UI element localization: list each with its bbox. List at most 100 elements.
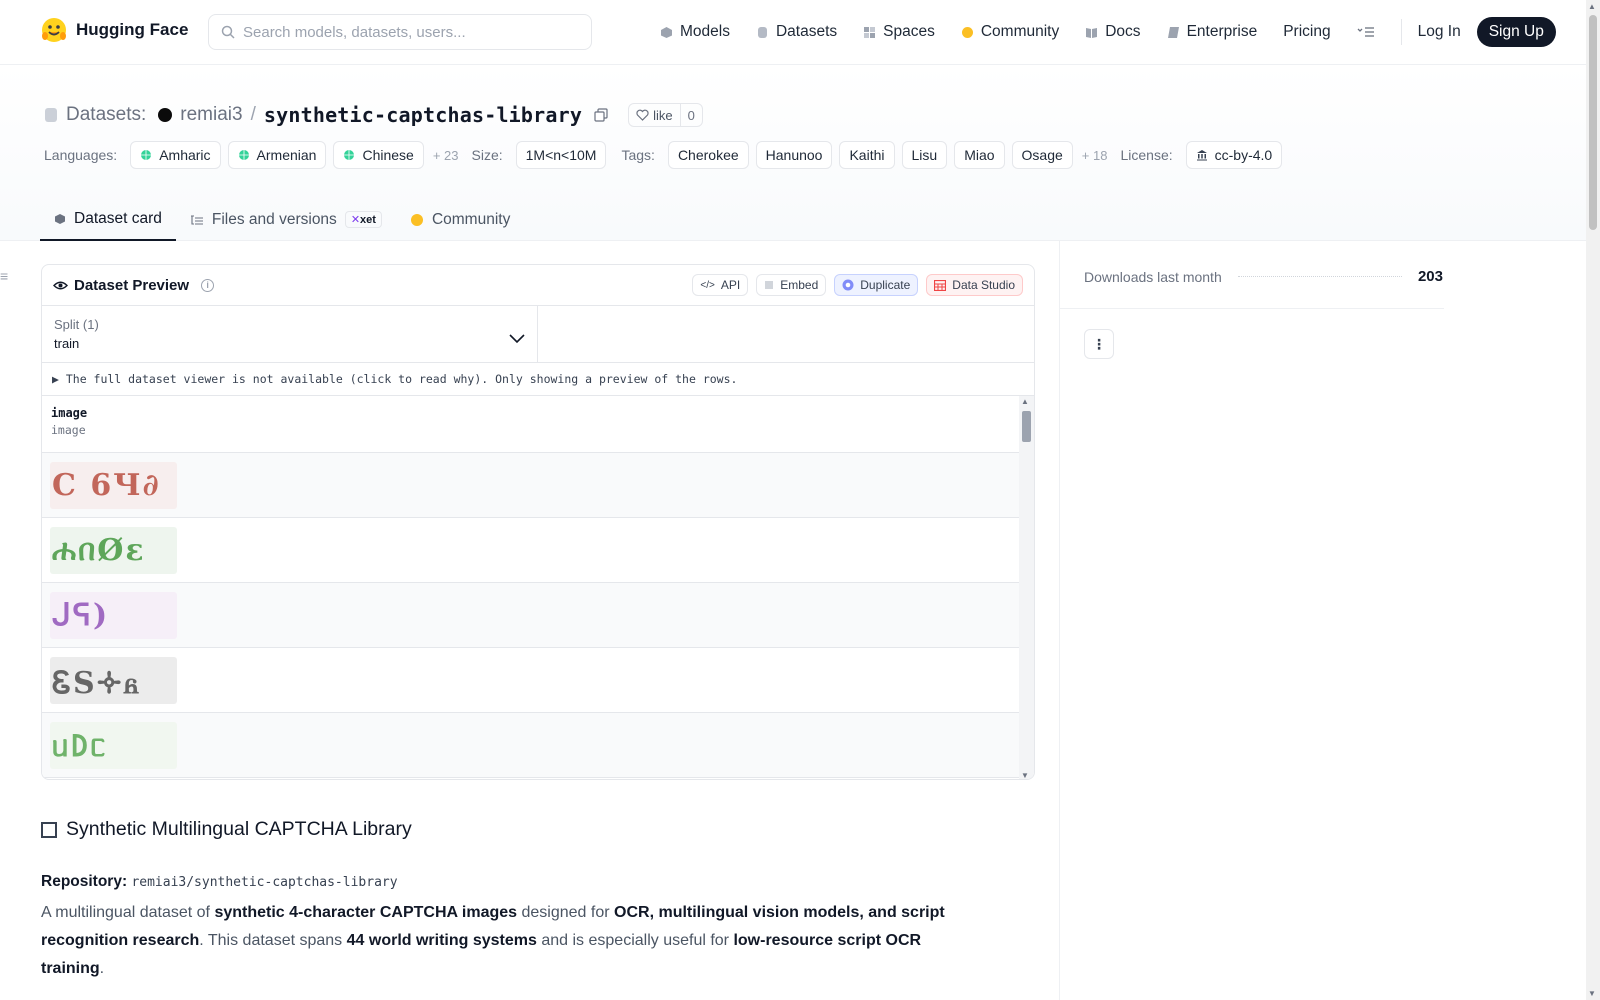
preview-scrollbar[interactable]: ▲ ▼: [1019, 396, 1034, 779]
search-box[interactable]: [208, 14, 592, 50]
community-hand-icon: [410, 213, 423, 226]
nav-models[interactable]: Models: [660, 23, 730, 41]
copy-icon[interactable]: [594, 108, 608, 122]
nav-docs-label: Docs: [1105, 23, 1141, 40]
nav-pricing[interactable]: Pricing: [1283, 23, 1330, 41]
breadcrumb-separator: /: [250, 104, 256, 125]
api-button[interactable]: </> API: [692, 274, 749, 296]
owner-avatar[interactable]: [158, 108, 173, 122]
datasets-breadcrumb[interactable]: Datasets:: [66, 104, 146, 126]
duplicate-button[interactable]: Duplicate: [834, 274, 919, 296]
signup-button[interactable]: Sign Up: [1476, 17, 1556, 47]
tag-chip[interactable]: Lisu: [901, 141, 948, 169]
captcha-image[interactable]: ᥙ𑀥ᥴ: [50, 722, 177, 769]
language-chip[interactable]: Chinese: [333, 141, 424, 169]
data-studio-button[interactable]: Data Studio: [926, 274, 1023, 296]
xet-badge: ✕xet: [344, 211, 382, 228]
scroll-down-arrow-icon[interactable]: ▼: [1588, 989, 1596, 998]
book-icon: [1086, 27, 1098, 38]
scroll-up-arrow-icon[interactable]: ▲: [1588, 2, 1596, 11]
table-row[interactable]: ᏋS🝊ᏺ: [42, 648, 1034, 713]
tag-chip[interactable]: Kaithi: [839, 141, 895, 169]
captcha-text: ᒍᕋ): [52, 598, 110, 633]
nav-spaces[interactable]: Spaces: [863, 23, 935, 41]
more-menu-button[interactable]: [1357, 26, 1375, 38]
split-label: Split (1): [54, 317, 99, 332]
hugging-face-logo-icon: [42, 18, 66, 42]
repo-header: Datasets: remiai3 / synthetic-captchas-l…: [0, 65, 1586, 241]
preview-actions: </> API Embed Duplicate Data Studio: [692, 274, 1023, 296]
like-button[interactable]: like 0: [628, 103, 703, 127]
data-studio-button-label: Data Studio: [952, 278, 1015, 292]
nav-links: Models Datasets Spaces Community Docs En…: [660, 15, 1556, 49]
preview-rows: C 6Ч∂ ሐበØε ᒍᕋ) ᏋS🝊ᏺ ᥙ𑀥ᥴ: [42, 453, 1034, 778]
table-row[interactable]: ᒍᕋ): [42, 583, 1034, 648]
downloads-row: Downloads last month 203: [1084, 268, 1443, 285]
tags-more[interactable]: + 18: [1082, 148, 1108, 163]
page-scrollbar[interactable]: ▲ ▼: [1586, 0, 1600, 1000]
sidebar-divider: [1059, 241, 1060, 1000]
repo-name[interactable]: synthetic-captchas-library: [264, 103, 582, 127]
viewer-notice[interactable]: ▶ The full dataset viewer is not availab…: [42, 363, 1034, 396]
login-button[interactable]: Log In: [1418, 23, 1461, 41]
tab-dataset-card[interactable]: Dataset card: [40, 198, 176, 241]
page-scrollbar-thumb[interactable]: [1589, 15, 1597, 230]
preview-header: Dataset Preview i </> API Embed Duplicate…: [42, 265, 1034, 306]
table-row[interactable]: C 6Ч∂: [42, 453, 1034, 518]
sidebar-toggle-icon[interactable]: ≡: [0, 268, 8, 284]
tags-label: Tags:: [621, 147, 655, 163]
languages-more[interactable]: + 23: [433, 148, 459, 163]
split-row: Split (1) train: [42, 306, 1034, 363]
tag-chip[interactable]: Hanunoo: [755, 141, 833, 169]
split-select[interactable]: Split (1) train: [42, 306, 538, 362]
table-row[interactable]: ሐበØε: [42, 518, 1034, 583]
nav-datasets[interactable]: Datasets: [756, 23, 837, 41]
table-icon: [934, 279, 947, 291]
table-row[interactable]: ᥙ𑀥ᥴ: [42, 713, 1034, 778]
license-chip[interactable]: cc-by-4.0: [1185, 141, 1283, 169]
repo-tabs: Dataset card Files and versions ✕xet Com…: [40, 198, 524, 241]
metadata-tags-row: Languages: Amharic Armenian Chinese + 23…: [44, 140, 1283, 170]
column-header[interactable]: image image: [42, 396, 1034, 453]
nav-enterprise[interactable]: Enterprise: [1167, 23, 1257, 41]
top-navigation: Hugging Face Models Datasets Spaces Comm…: [0, 0, 1586, 65]
language-chip[interactable]: Armenian: [227, 141, 327, 169]
nav-docs[interactable]: Docs: [1085, 23, 1141, 41]
captcha-image[interactable]: C 6Ч∂: [50, 462, 177, 509]
kebab-icon: ⋮: [1092, 335, 1106, 352]
owner-link[interactable]: remiai3: [180, 104, 242, 126]
like-label: like: [653, 107, 673, 123]
size-chip[interactable]: 1M<n<10M: [515, 141, 607, 169]
eye-icon: [53, 281, 68, 289]
scroll-up-arrow-icon[interactable]: ▲: [1021, 397, 1029, 406]
tag-chip[interactable]: Miao: [954, 141, 1005, 169]
embed-button[interactable]: Embed: [756, 274, 827, 296]
like-section[interactable]: like: [629, 104, 681, 126]
checkbox-icon: [41, 821, 57, 838]
desc-text: and is especially useful for: [536, 932, 734, 949]
tag-chip[interactable]: Osage: [1011, 141, 1073, 169]
tab-community[interactable]: Community: [396, 198, 524, 241]
captcha-image[interactable]: ሐበØε: [50, 527, 177, 574]
embed-button-label: Embed: [780, 278, 819, 292]
desc-text: .: [99, 960, 105, 977]
tab-community-label: Community: [431, 210, 511, 228]
more-options-button[interactable]: ⋮: [1084, 329, 1114, 359]
captcha-image[interactable]: ᏋS🝊ᏺ: [50, 657, 177, 704]
heart-icon: [636, 109, 649, 121]
database-icon: [757, 26, 767, 38]
search-input[interactable]: [243, 23, 573, 41]
nav-community[interactable]: Community: [961, 23, 1059, 41]
tab-files-and-versions[interactable]: Files and versions ✕xet: [176, 198, 396, 241]
tag-chip[interactable]: Cherokee: [667, 141, 749, 169]
brand-link[interactable]: Hugging Face: [40, 16, 188, 44]
scroll-down-arrow-icon[interactable]: ▼: [1021, 771, 1029, 779]
like-count: 0: [687, 107, 695, 123]
info-icon[interactable]: i: [201, 278, 215, 292]
card-title-text: Synthetic Multilingual CAPTCHA Library: [66, 818, 412, 840]
captcha-image[interactable]: ᒍᕋ): [50, 592, 177, 639]
preview-scrollbar-thumb[interactable]: [1022, 411, 1031, 442]
xet-icon: ✕: [350, 214, 361, 226]
language-chip[interactable]: Amharic: [130, 141, 221, 169]
repository-line: Repository: remiai3/synthetic-captchas-l…: [41, 873, 398, 891]
